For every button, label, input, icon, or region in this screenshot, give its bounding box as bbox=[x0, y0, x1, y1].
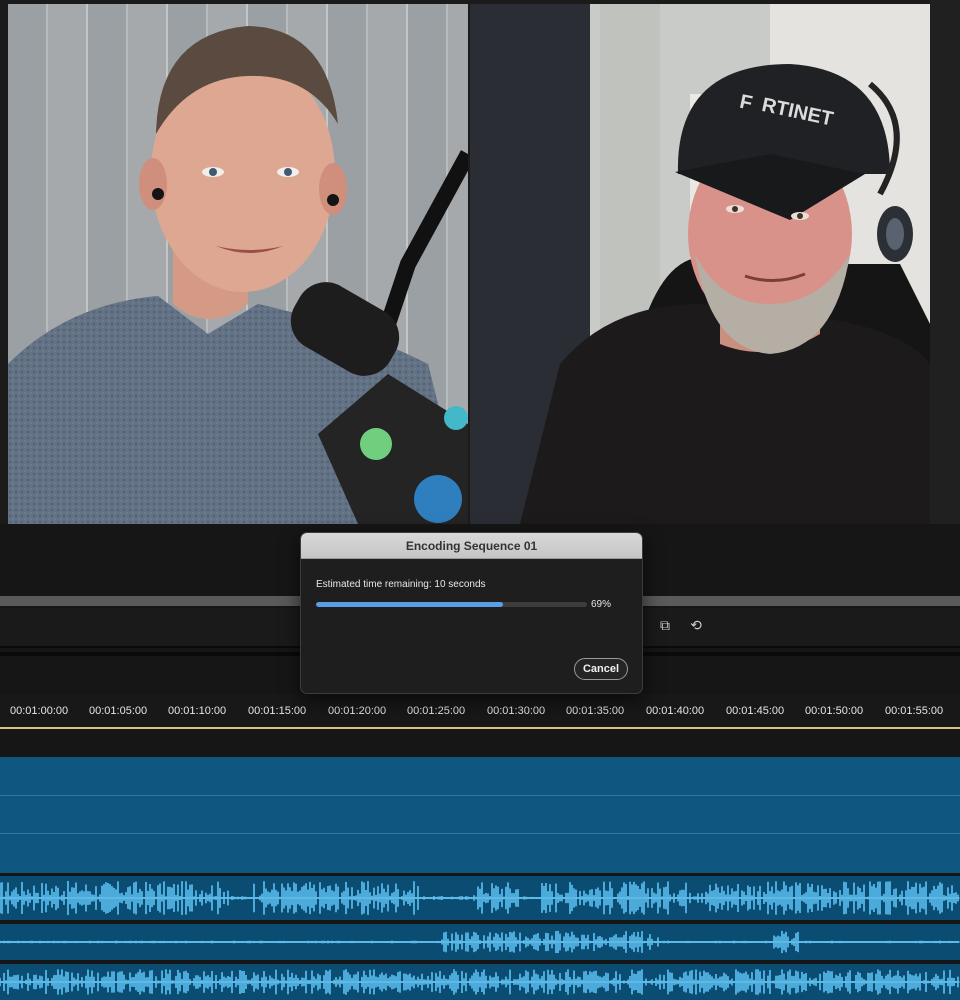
time-remaining-text: Estimated time remaining: 10 seconds bbox=[316, 579, 486, 590]
timecode-label: 00:01:10:00 bbox=[168, 705, 227, 717]
timecode-label: 00:01:50:00 bbox=[805, 705, 864, 717]
track-separator bbox=[0, 833, 960, 834]
work-area-bar[interactable] bbox=[0, 727, 960, 729]
export-frame-icon[interactable]: ⟲ bbox=[687, 616, 705, 634]
dialog-titlebar[interactable]: Encoding Sequence 01 bbox=[301, 533, 642, 559]
audio-track-3[interactable] bbox=[0, 964, 960, 1000]
left-video-frame bbox=[8, 4, 468, 524]
insert-overwrite-icon[interactable]: ⧉ bbox=[656, 616, 674, 634]
waveform bbox=[0, 880, 960, 916]
monitor-edge bbox=[930, 0, 960, 524]
timecode-label: 00:01:20:00 bbox=[328, 705, 387, 717]
audio-track-2[interactable] bbox=[0, 924, 960, 960]
program-monitor: F RTINET bbox=[0, 0, 960, 524]
timecode-label: 00:01:45:00 bbox=[726, 705, 785, 717]
timecode-label: 00:01:00:00 bbox=[10, 705, 69, 717]
waveform bbox=[0, 930, 960, 954]
track-separator bbox=[0, 795, 960, 796]
timecode-label: 00:01:35:00 bbox=[566, 705, 625, 717]
dialog-title: Encoding Sequence 01 bbox=[405, 539, 538, 553]
waveform bbox=[0, 969, 960, 995]
encoding-progress-bar bbox=[316, 602, 587, 607]
timecode-label: 00:01:25:00 bbox=[407, 705, 466, 717]
timecode-label: 00:01:15:00 bbox=[248, 705, 307, 717]
encoding-dialog: Encoding Sequence 01 Estimated time rema… bbox=[300, 532, 643, 694]
audio-track-1[interactable] bbox=[0, 876, 960, 920]
video-track-clip[interactable] bbox=[0, 757, 960, 873]
timecode-label: 00:01:30:00 bbox=[487, 705, 546, 717]
timecode-label: 00:01:40:00 bbox=[646, 705, 705, 717]
premiere-workspace: F RTINET ⧉ ⟲ 00:01:00:00 00:01:05:00 00:… bbox=[0, 0, 960, 1000]
right-video-frame: F RTINET bbox=[470, 4, 930, 524]
timeline-timecode-ruler[interactable]: 00:01:00:00 00:01:05:00 00:01:10:00 00:0… bbox=[0, 694, 960, 730]
progress-fill bbox=[316, 602, 503, 607]
timecode-label: 00:01:55:00 bbox=[885, 705, 944, 717]
cancel-button[interactable]: Cancel bbox=[574, 658, 628, 680]
progress-percent: 69% bbox=[591, 599, 612, 610]
timecode-label: 00:01:05:00 bbox=[89, 705, 148, 717]
